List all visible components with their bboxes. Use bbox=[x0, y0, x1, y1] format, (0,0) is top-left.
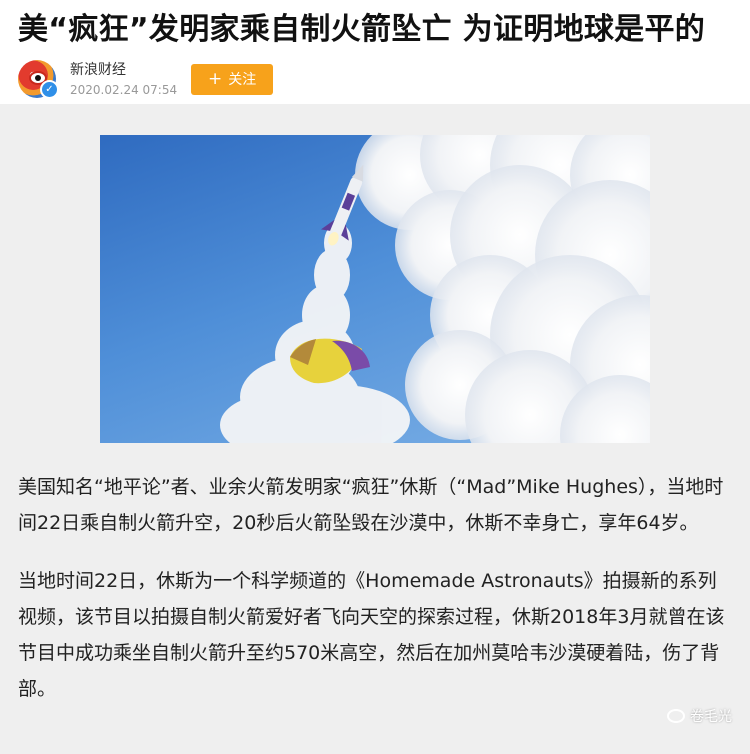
follow-label: 关注 bbox=[228, 72, 257, 88]
post-date: 2020.02.24 07:54 bbox=[70, 82, 178, 97]
plus-icon: + bbox=[207, 68, 223, 89]
article-paragraph: 当地时间22日，休斯为一个科学频道的《Homemade Astronauts》拍… bbox=[18, 570, 725, 700]
author-info: 新浪财经 2020.02.24 07:54 bbox=[70, 61, 177, 98]
rocket-launch-photo bbox=[100, 135, 650, 443]
article-body: 美国知名“地平论”者、业余火箭发明家“疯狂”休斯（“Mad”Mike Hughe… bbox=[0, 104, 750, 754]
wechat-icon bbox=[667, 709, 685, 723]
author-row: ✓ 新浪财经 2020.02.24 07:54 + 关注 bbox=[18, 60, 732, 99]
verified-check-icon: ✓ bbox=[40, 80, 59, 99]
article-header: 美“疯狂”发明家乘自制火箭坠亡 为证明地球是平的 ✓ 新浪财经 2020.02.… bbox=[0, 0, 750, 104]
watermark-text: 卷毛光 bbox=[690, 709, 732, 725]
watermark: 卷毛光 bbox=[667, 706, 732, 726]
article-title: 美“疯狂”发明家乘自制火箭坠亡 为证明地球是平的 bbox=[18, 12, 706, 47]
follow-button[interactable]: + 关注 bbox=[191, 63, 274, 95]
rocket-launch-illustration bbox=[220, 135, 650, 443]
author-name[interactable]: 新浪财经 bbox=[70, 61, 177, 79]
author-avatar[interactable]: ✓ bbox=[18, 60, 59, 99]
article-paragraph: 美国知名“地平论”者、业余火箭发明家“疯狂”休斯（“Mad”Mike Hughe… bbox=[18, 476, 724, 534]
